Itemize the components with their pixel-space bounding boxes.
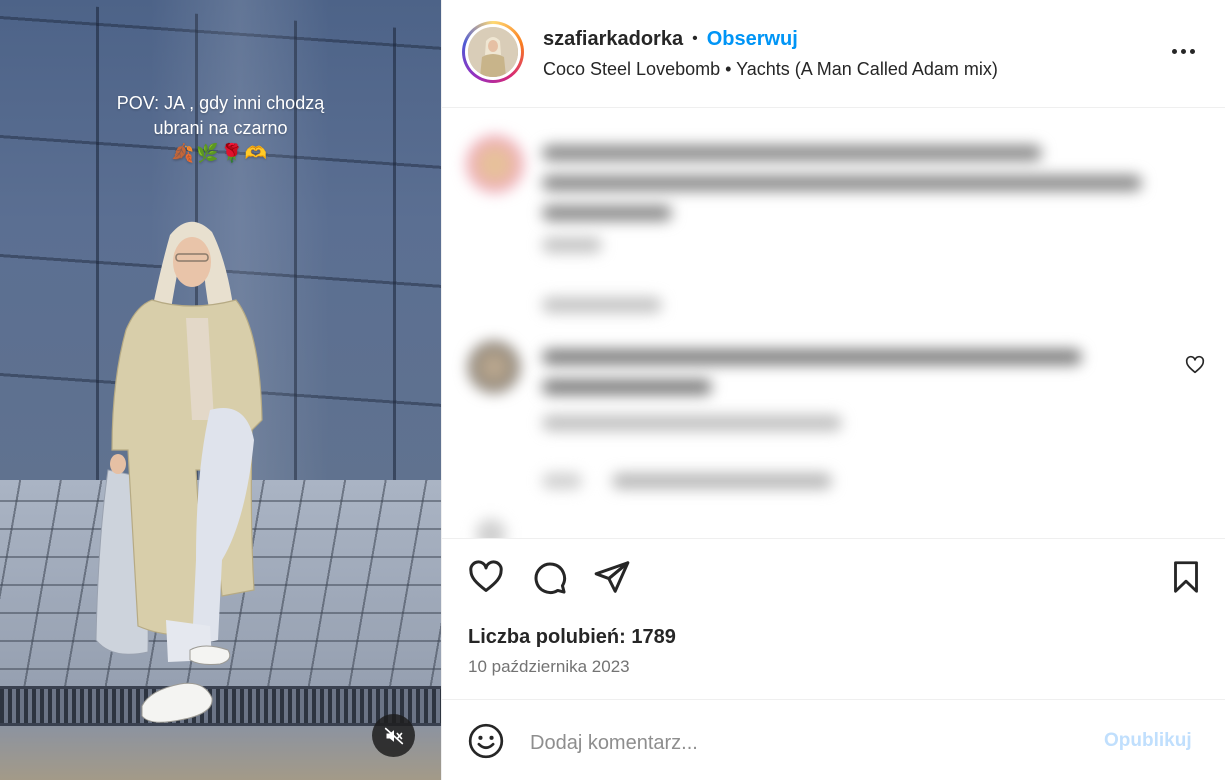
comment-like-heart-icon[interactable] bbox=[1184, 354, 1206, 376]
speaker-muted-icon bbox=[384, 727, 403, 744]
mute-button[interactable] bbox=[372, 714, 415, 757]
heart-icon bbox=[469, 560, 503, 592]
audio-track-link[interactable]: Coco Steel Lovebomb • Yachts (A Man Call… bbox=[543, 59, 998, 80]
share-button[interactable] bbox=[592, 557, 632, 597]
post-header: szafiarkadorka • Obserwuj Coco Steel Lov… bbox=[442, 0, 1225, 108]
post-info-panel: szafiarkadorka • Obserwuj Coco Steel Lov… bbox=[441, 0, 1225, 780]
publish-comment-button[interactable]: Opublikuj bbox=[1104, 730, 1192, 752]
post-actions: Liczba polubień: 1789 10 października 20… bbox=[442, 540, 1225, 700]
story-caption-line1: POV: JA , gdy inni chodzą bbox=[116, 93, 325, 113]
comment-icon bbox=[534, 562, 566, 594]
comments-list[interactable] bbox=[442, 109, 1225, 539]
comment-text-blurred bbox=[542, 145, 1042, 161]
story-caption-line2: ubrani na czarno bbox=[153, 118, 288, 138]
post-date[interactable]: 10 października 2023 bbox=[468, 657, 630, 677]
save-button[interactable] bbox=[1166, 557, 1206, 597]
comment-text-blurred bbox=[542, 349, 1082, 365]
post-media[interactable]: POV: JA , gdy inni chodzą ubrani na czar… bbox=[0, 0, 441, 780]
comment-input[interactable] bbox=[530, 727, 1090, 759]
comment-button[interactable] bbox=[529, 557, 569, 597]
more-options-button[interactable] bbox=[1168, 38, 1198, 64]
story-caption-emoji: 🍂🌿🌹🫶 bbox=[171, 143, 270, 163]
comment-avatar bbox=[468, 341, 520, 393]
author-avatar[interactable] bbox=[462, 21, 524, 83]
add-comment-bar: Opublikuj bbox=[442, 701, 1225, 780]
likes-count[interactable]: Liczba polubień: 1789 bbox=[468, 626, 676, 649]
separator-dot: • bbox=[692, 30, 698, 47]
instagram-post-dialog: POV: JA , gdy inni chodzą ubrani na czar… bbox=[0, 0, 1225, 780]
emoji-picker-button[interactable] bbox=[466, 721, 506, 761]
emoji-icon bbox=[468, 723, 504, 759]
follow-button[interactable]: Obserwuj bbox=[707, 28, 798, 51]
comment-avatar bbox=[466, 135, 524, 193]
bookmark-icon bbox=[1174, 561, 1198, 593]
avatar-photo bbox=[468, 27, 518, 77]
author-username[interactable]: szafiarkadorka bbox=[543, 28, 683, 51]
send-icon bbox=[594, 561, 630, 593]
like-button[interactable] bbox=[466, 557, 506, 597]
username-row: szafiarkadorka • Obserwuj bbox=[543, 26, 798, 52]
more-horizontal-icon bbox=[1171, 48, 1177, 54]
